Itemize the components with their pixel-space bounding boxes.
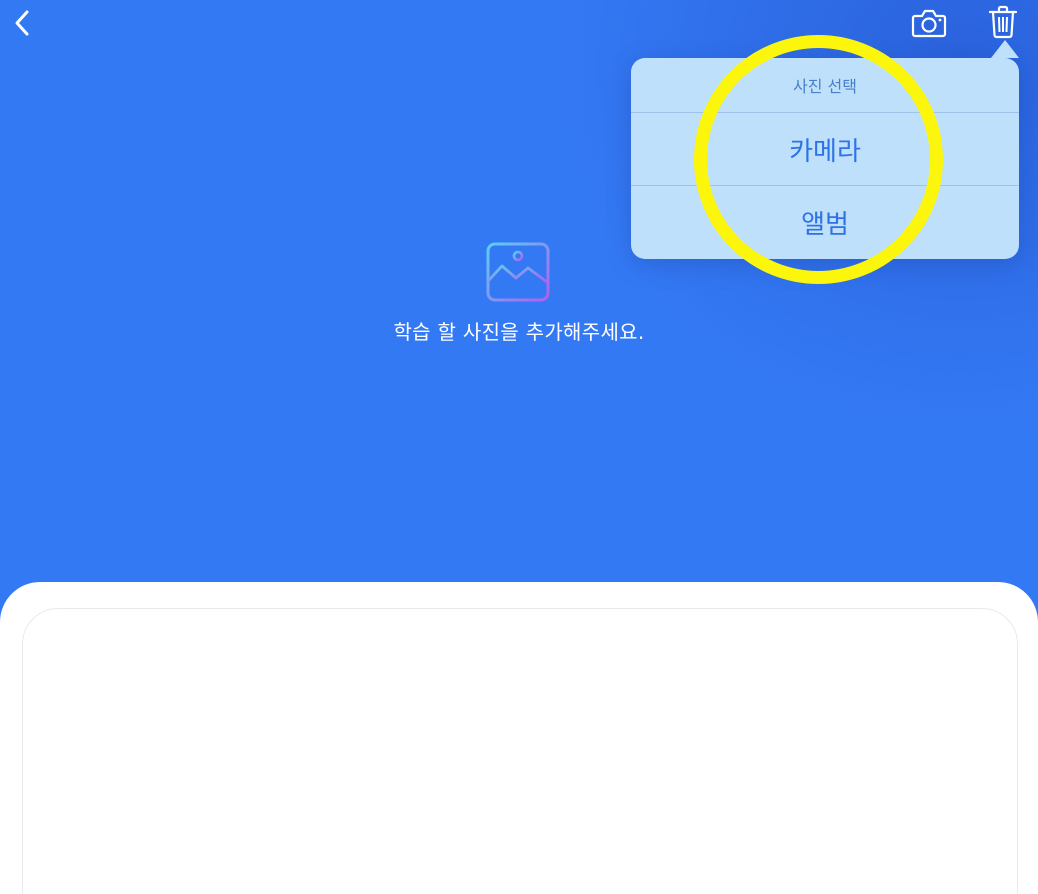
album-option[interactable]: 앨범 xyxy=(631,186,1019,258)
chevron-left-icon xyxy=(15,10,29,36)
content-card xyxy=(22,608,1018,894)
image-icon xyxy=(486,242,552,304)
camera-option[interactable]: 카메라 xyxy=(631,113,1019,186)
popover-title: 사진 선택 xyxy=(631,58,1019,113)
camera-icon xyxy=(911,9,947,38)
camera-button[interactable] xyxy=(908,4,950,42)
back-button[interactable] xyxy=(6,6,38,40)
photo-select-popover: 사진 선택 카메라 앨범 xyxy=(631,40,1019,259)
screen: 학습 할 사진을 추가해주세요. 사진 선택 카메라 앨범 xyxy=(0,0,1038,894)
popover-arrow xyxy=(991,40,1019,58)
trash-icon xyxy=(988,5,1018,39)
empty-state-text: 학습 할 사진을 추가해주세요. xyxy=(393,320,645,344)
delete-button[interactable] xyxy=(984,2,1022,42)
bottom-sheet xyxy=(0,582,1038,894)
